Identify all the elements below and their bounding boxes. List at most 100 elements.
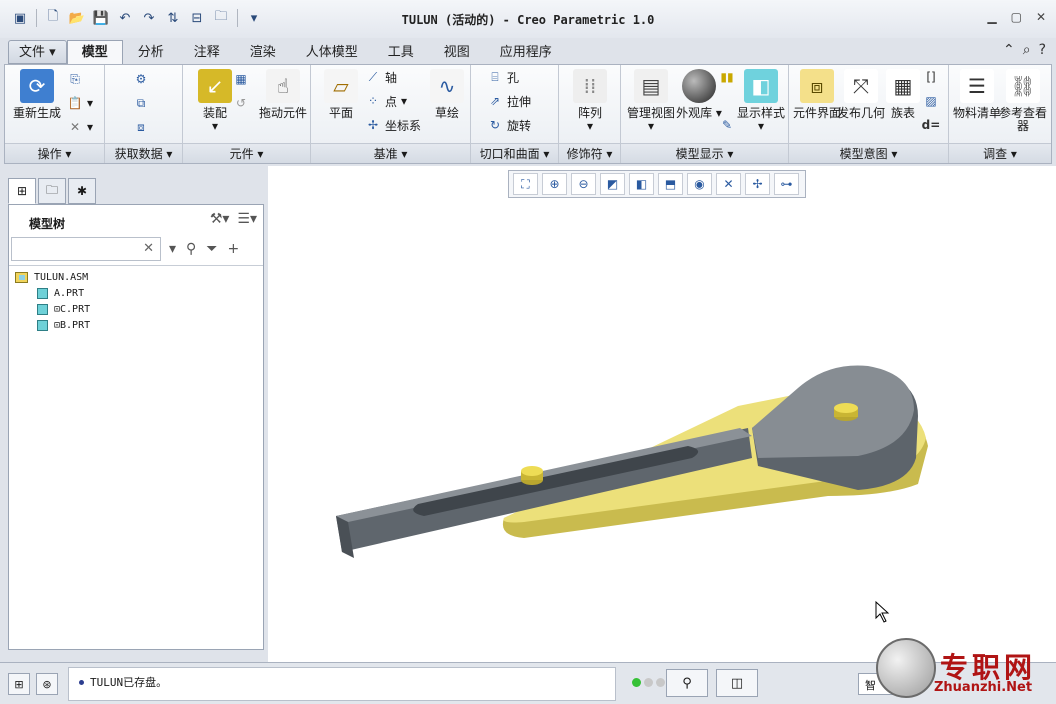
close-icon[interactable]: ✕ <box>1036 10 1046 24</box>
model-tree-title: 模型树 <box>29 217 66 231</box>
favorites-tab-icon[interactable]: ✱ <box>68 178 96 204</box>
group-label-operations[interactable]: 操作 ▾ <box>5 143 104 163</box>
model-tree-search-input[interactable]: ✕ <box>11 237 161 261</box>
tab-file[interactable]: 文件 ▾ <box>8 40 67 64</box>
paste-icon[interactable]: 📋 ▾ <box>67 93 94 113</box>
window-title: TULUN (活动的) - Creo Parametric 1.0 <box>401 13 655 27</box>
watermark: 专职网 Zhuanzhi.Net <box>872 632 1056 704</box>
group-label-model-intent[interactable]: 模型意图 ▾ <box>789 143 948 163</box>
relations-button[interactable]: d= <box>922 115 941 135</box>
reference-viewer-button[interactable]: ⛓ 参考查看器 <box>995 69 1051 133</box>
delete-icon[interactable]: ✕ ▾ <box>67 117 93 137</box>
copy-icon[interactable]: ⎘ <box>67 69 83 89</box>
repeat-component-icon[interactable]: ↺ <box>233 93 249 113</box>
extrude-button[interactable]: ⇗ 拉伸 <box>487 91 531 111</box>
pin-on-cam[interactable] <box>834 403 858 421</box>
graphics-window[interactable] <box>268 166 1056 662</box>
filter-icon[interactable]: ⏷ <box>206 241 217 257</box>
minimize-icon[interactable]: ▁ <box>987 10 996 24</box>
parameters-icon[interactable]: [] <box>923 67 939 87</box>
repaint-icon[interactable]: ◩ <box>600 173 625 195</box>
sphere-icon <box>682 69 716 103</box>
pattern-button[interactable]: ⁞⁞ 阵列 ▾ <box>562 69 618 133</box>
manage-views-icon: ▤ <box>634 69 668 103</box>
tree-node-part[interactable]: ⊡C.PRT <box>37 301 90 317</box>
restore-icon[interactable]: ▢ <box>1011 10 1022 24</box>
group-component: ↙ 装配 ▾ ▦ ↺ ☝ 拖动元件 元件 ▾ <box>183 65 311 163</box>
tree-columns-icon[interactable]: ☰▾ <box>237 211 257 227</box>
collapse-ribbon-icon[interactable]: ⌃ <box>1003 42 1015 58</box>
selection-box-button[interactable]: ◫ <box>716 669 758 697</box>
plane-button[interactable]: ▱ 平面 <box>313 69 369 120</box>
axis-button[interactable]: ⟋ 轴 <box>365 67 397 87</box>
find-button[interactable]: ⚲ <box>666 669 708 697</box>
tab-analysis[interactable]: 分析 <box>123 40 179 64</box>
clear-search-icon[interactable]: ✕ <box>143 241 154 256</box>
copy-geometry-icon[interactable]: ⧉ <box>133 93 149 113</box>
switch-dimensions-icon[interactable]: ▨ <box>923 91 939 111</box>
add-icon[interactable]: + <box>228 241 240 257</box>
ribbon: ⟳ 重新生成 ⎘ 📋 ▾ ✕ ▾ 操作 ▾ ⚙ ⧉ ⧈ 获取数据 ▾ ↙ 装配 ▾ ▦… <box>4 64 1052 164</box>
assemble-icon: ↙ <box>198 69 232 103</box>
group-label-datum[interactable]: 基准 ▾ <box>311 143 470 163</box>
ribbon-right-controls: ⌃ ⌕ ? <box>1003 42 1046 58</box>
box-select-icon: ◫ <box>730 675 744 691</box>
saved-orientations-icon[interactable]: ⬒ <box>658 173 683 195</box>
group-label-get-data[interactable]: 获取数据 ▾ <box>105 143 182 163</box>
group-get-data: ⚙ ⧉ ⧈ 获取数据 ▾ <box>105 65 183 163</box>
tab-view[interactable]: 视图 <box>429 40 485 64</box>
navigator-toggle-icon[interactable]: ⊞ <box>8 673 30 695</box>
tree-settings-icon[interactable]: ⚒▾ <box>210 211 230 227</box>
message-area: TULUN已存盘。 <box>68 667 616 701</box>
assembly-icon <box>15 271 28 283</box>
csys-button[interactable]: ✢ 坐标系 <box>365 115 421 135</box>
tab-tools[interactable]: 工具 <box>373 40 429 64</box>
ribbon-tabs: 文件 ▾ 模型 分析 注释 渲染 人体模型 工具 视图 应用程序 <box>8 40 567 64</box>
model-viewport[interactable] <box>268 166 1056 662</box>
refit-icon[interactable]: ⛶ <box>513 173 538 195</box>
help-icon[interactable]: ? <box>1039 42 1046 58</box>
display-style-icon[interactable]: ◧ <box>629 173 654 195</box>
search-dropdown-icon[interactable]: ▾ <box>169 241 176 257</box>
group-cuts-surfaces: ⌸ 孔 ⇗ 拉伸 ↻ 旋转 切口和曲面 ▾ <box>471 65 559 163</box>
drag-components-button[interactable]: ☝ 拖动元件 <box>255 69 311 120</box>
group-label-model-display[interactable]: 模型显示 ▾ <box>621 143 788 163</box>
user-defined-feature-icon[interactable]: ⚙ <box>133 69 149 89</box>
regenerate-button[interactable]: ⟳ 重新生成 <box>9 69 65 120</box>
publish-geometry-icon: ⤧ <box>844 69 878 103</box>
tab-annotate[interactable]: 注释 <box>179 40 235 64</box>
tab-model[interactable]: 模型 <box>66 40 123 64</box>
watermark-logo-icon <box>876 638 936 698</box>
shrinkwrap-icon[interactable]: ⧈ <box>133 117 149 137</box>
pin-on-slider[interactable] <box>521 466 543 485</box>
point-button[interactable]: ⁘ 点 ▾ <box>365 91 407 111</box>
tab-manikin[interactable]: 人体模型 <box>291 40 373 64</box>
tree-node-part[interactable]: ⊡B.PRT <box>37 317 90 333</box>
sketch-button[interactable]: ∿ 草绘 <box>419 69 475 120</box>
model-tree-tab-icon[interactable]: ⊞ <box>8 178 36 204</box>
annotation-display-icon[interactable]: ⊶ <box>774 173 799 195</box>
tab-applications[interactable]: 应用程序 <box>485 40 567 64</box>
datum-display-icon[interactable]: ✕ <box>716 173 741 195</box>
revolve-button[interactable]: ↻ 旋转 <box>487 115 531 135</box>
group-label-modifiers[interactable]: 修饰符 ▾ <box>559 143 620 163</box>
view-manager-icon[interactable]: ◉ <box>687 173 712 195</box>
display-style-button[interactable]: ◧ 显示样式 ▾ <box>733 69 789 133</box>
folder-browser-tab-icon[interactable]: 🗀 <box>38 178 66 204</box>
zoom-in-icon[interactable]: ⊕ <box>542 173 567 195</box>
group-label-component[interactable]: 元件 ▾ <box>183 143 310 163</box>
tree-node-part[interactable]: A.PRT <box>37 285 90 301</box>
zoom-out-icon[interactable]: ⊖ <box>571 173 596 195</box>
group-label-cuts-surfaces[interactable]: 切口和曲面 ▾ <box>471 143 558 163</box>
spin-center-icon[interactable]: ✢ <box>745 173 770 195</box>
hole-button[interactable]: ⌸ 孔 <box>487 67 519 87</box>
browser-toggle-icon[interactable]: ⊛ <box>36 673 58 695</box>
group-modifiers: ⁞⁞ 阵列 ▾ 修饰符 ▾ <box>559 65 621 163</box>
search-icon[interactable]: ⌕ <box>1023 42 1031 58</box>
tree-node-assembly[interactable]: TULUN.ASM <box>15 269 90 285</box>
tab-render[interactable]: 渲染 <box>235 40 291 64</box>
group-label-investigate[interactable]: 调查 ▾ <box>949 143 1051 163</box>
model-tree: TULUN.ASM A.PRT ⊡C.PRT ⊡B.PRT <box>15 269 90 333</box>
find-icon[interactable]: ⚲ <box>186 241 196 257</box>
create-component-icon[interactable]: ▦ <box>233 69 249 89</box>
